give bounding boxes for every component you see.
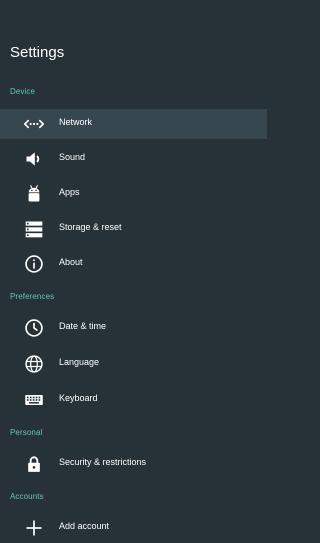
menu-item-label: Keyboard bbox=[59, 393, 98, 403]
menu-item-about[interactable]: About bbox=[0, 249, 267, 279]
settings-panel: Settings Device Network Sound Apps Stora… bbox=[0, 0, 267, 536]
menu-item-label: Network bbox=[59, 117, 93, 127]
menu-item-security[interactable]: Security & restrictions bbox=[0, 449, 267, 479]
menu-item-label: Storage & reset bbox=[59, 222, 122, 232]
storage-icon bbox=[25, 221, 43, 238]
menu-item-label: Security & restrictions bbox=[59, 457, 147, 467]
menu-item-label: Date & time bbox=[59, 321, 107, 331]
menu-item-storage[interactable]: Storage & reset bbox=[0, 214, 267, 244]
clock-icon bbox=[25, 319, 43, 337]
info-icon bbox=[25, 255, 43, 273]
menu-item-date-time[interactable]: Date & time bbox=[0, 313, 267, 343]
section-header-device: Device bbox=[10, 87, 36, 96]
android-icon bbox=[28, 185, 40, 202]
volume-icon bbox=[26, 152, 40, 166]
menu-item-label: Apps bbox=[59, 187, 80, 197]
globe-icon bbox=[25, 355, 43, 373]
menu-item-label: Language bbox=[59, 357, 100, 367]
section-header-accounts: Accounts bbox=[10, 492, 44, 501]
menu-item-sound[interactable]: Sound bbox=[0, 144, 267, 174]
lock-icon bbox=[28, 456, 40, 472]
plus-icon bbox=[26, 520, 42, 536]
menu-item-label: Add account bbox=[59, 521, 110, 531]
network-arrows-icon bbox=[24, 119, 44, 129]
menu-item-label: Sound bbox=[59, 152, 86, 162]
menu-item-keyboard[interactable]: Keyboard bbox=[0, 385, 267, 415]
menu-item-label: About bbox=[59, 257, 83, 267]
menu-item-language[interactable]: Language bbox=[0, 349, 267, 379]
section-header-personal: Personal bbox=[10, 428, 43, 437]
menu-item-apps[interactable]: Apps bbox=[0, 179, 267, 209]
page-title: Settings bbox=[10, 44, 65, 61]
section-header-preferences: Preferences bbox=[10, 292, 55, 301]
menu-item-network[interactable]: Network bbox=[0, 109, 267, 139]
menu-item-add-account[interactable]: Add account bbox=[0, 513, 267, 543]
keyboard-icon bbox=[25, 395, 43, 405]
